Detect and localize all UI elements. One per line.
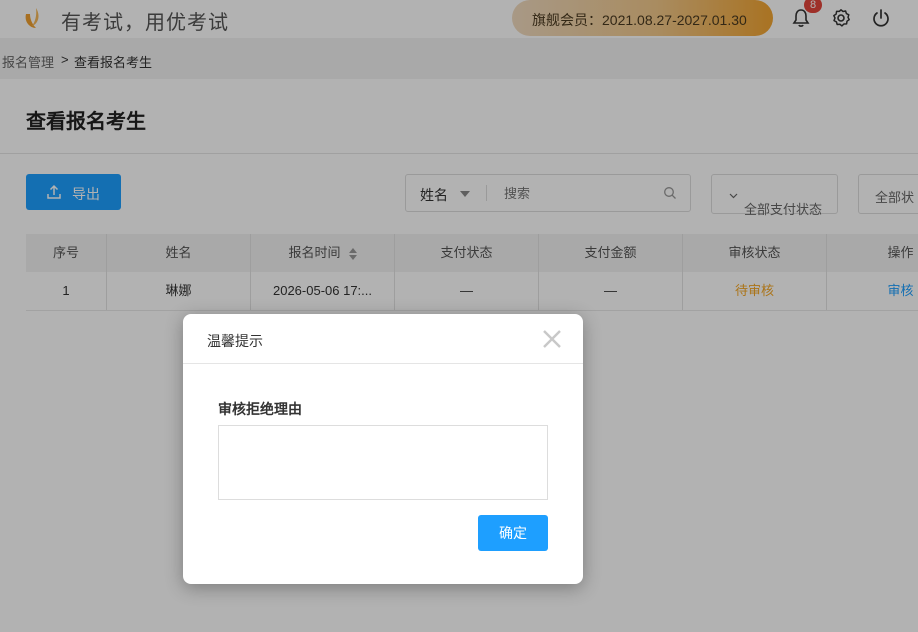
dialog-divider bbox=[183, 363, 583, 364]
confirm-button[interactable]: 确定 bbox=[478, 515, 548, 551]
reject-reason-dialog: 温馨提示 审核拒绝理由 确定 bbox=[183, 314, 583, 584]
reject-reason-label: 审核拒绝理由 bbox=[218, 401, 302, 417]
dialog-title: 温馨提示 bbox=[207, 333, 263, 349]
reject-reason-textarea[interactable] bbox=[218, 425, 548, 500]
close-icon[interactable] bbox=[541, 328, 563, 350]
